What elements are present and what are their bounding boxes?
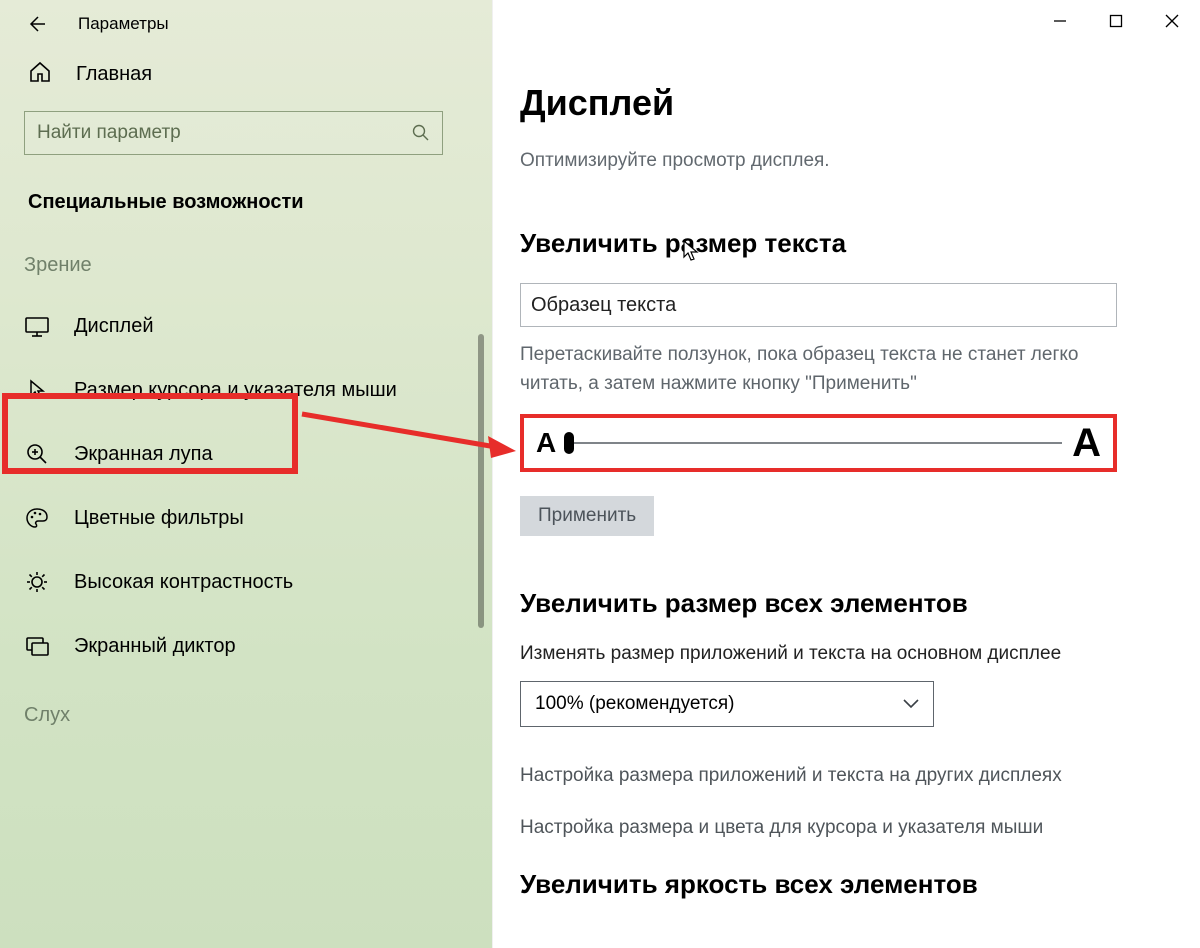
- nav-item-magnifier-label: Экранная лупа: [74, 443, 213, 466]
- link-other-displays[interactable]: Настройка размера приложений и текста на…: [520, 765, 1160, 787]
- search-input[interactable]: [37, 122, 412, 144]
- palette-icon: [24, 506, 50, 530]
- close-icon: [1165, 14, 1179, 28]
- nav-item-display-label: Дисплей: [74, 315, 154, 338]
- window-controls: [1032, 0, 1200, 42]
- slider-min-label: A: [536, 427, 556, 459]
- nav-home-label: Главная: [76, 63, 152, 86]
- section-text-size-title: Увеличить размер текста: [520, 228, 1160, 259]
- page-subtitle: Оптимизируйте просмотр дисплея.: [520, 150, 1160, 172]
- link-cursor-color[interactable]: Настройка размера и цвета для курсора и …: [520, 817, 1160, 839]
- arrow-left-icon: [26, 14, 46, 34]
- nav-item-magnifier[interactable]: Экранная лупа: [0, 422, 492, 486]
- sidebar: Параметры Главная Специальные возможност…: [0, 0, 492, 948]
- group-hearing-label: Слух: [0, 704, 492, 745]
- group-vision-label: Зрение: [0, 254, 492, 295]
- close-button[interactable]: [1144, 0, 1200, 42]
- scale-dropdown-value: 100% (рекомендуется): [535, 693, 734, 715]
- home-icon: [28, 60, 52, 89]
- section-title: Специальные возможности: [0, 191, 492, 254]
- nav-item-high-contrast[interactable]: Высокая контрастность: [0, 550, 492, 614]
- scale-dropdown[interactable]: 100% (рекомендуется): [520, 681, 934, 727]
- scale-description: Изменять размер приложений и текста на о…: [520, 643, 1160, 665]
- slider-track[interactable]: [566, 442, 1062, 444]
- minimize-icon: [1053, 14, 1067, 28]
- section-brightness-title: Увеличить яркость всех элементов: [520, 869, 1160, 900]
- slider-hint-text: Перетаскивайте ползунок, пока образец те…: [520, 341, 1120, 398]
- nav-item-color-filters-label: Цветные фильтры: [74, 507, 244, 530]
- maximize-icon: [1109, 14, 1123, 28]
- search-box[interactable]: [24, 111, 443, 155]
- nav-item-display[interactable]: Дисплей: [0, 295, 492, 358]
- contrast-icon: [24, 570, 50, 594]
- minimize-button[interactable]: [1032, 0, 1088, 42]
- titlebar: Параметры: [0, 0, 492, 54]
- apply-button[interactable]: Применить: [520, 496, 654, 536]
- nav-item-high-contrast-label: Высокая контрастность: [74, 571, 293, 594]
- chevron-down-icon: [903, 699, 919, 709]
- search-icon: [412, 124, 430, 142]
- narrator-icon: [24, 634, 50, 658]
- page-title: Дисплей: [520, 82, 1160, 124]
- magnifier-icon: [24, 442, 50, 466]
- slider-thumb[interactable]: [564, 432, 574, 454]
- mouse-cursor-icon: [683, 240, 701, 262]
- nav-item-narrator[interactable]: Экранный диктор: [0, 614, 492, 678]
- nav-item-color-filters[interactable]: Цветные фильтры: [0, 486, 492, 550]
- section-all-size-title: Увеличить размер всех элементов: [520, 588, 1160, 619]
- nav-item-cursor-label: Размер курсора и указателя мыши: [74, 379, 397, 402]
- slider-max-label: A: [1072, 421, 1101, 466]
- cursor-icon: [24, 378, 50, 402]
- display-icon: [24, 317, 50, 337]
- maximize-button[interactable]: [1088, 0, 1144, 42]
- scrollbar[interactable]: [478, 334, 484, 628]
- back-button[interactable]: [24, 12, 48, 36]
- main-content: Дисплей Оптимизируйте просмотр дисплея. …: [492, 0, 1200, 948]
- nav-home[interactable]: Главная: [0, 54, 492, 111]
- text-sample-box: Образец текста: [520, 283, 1117, 327]
- nav-item-cursor[interactable]: Размер курсора и указателя мыши: [0, 358, 492, 422]
- text-size-slider[interactable]: A A: [520, 414, 1117, 472]
- nav-item-narrator-label: Экранный диктор: [74, 635, 236, 658]
- window-title: Параметры: [78, 14, 169, 34]
